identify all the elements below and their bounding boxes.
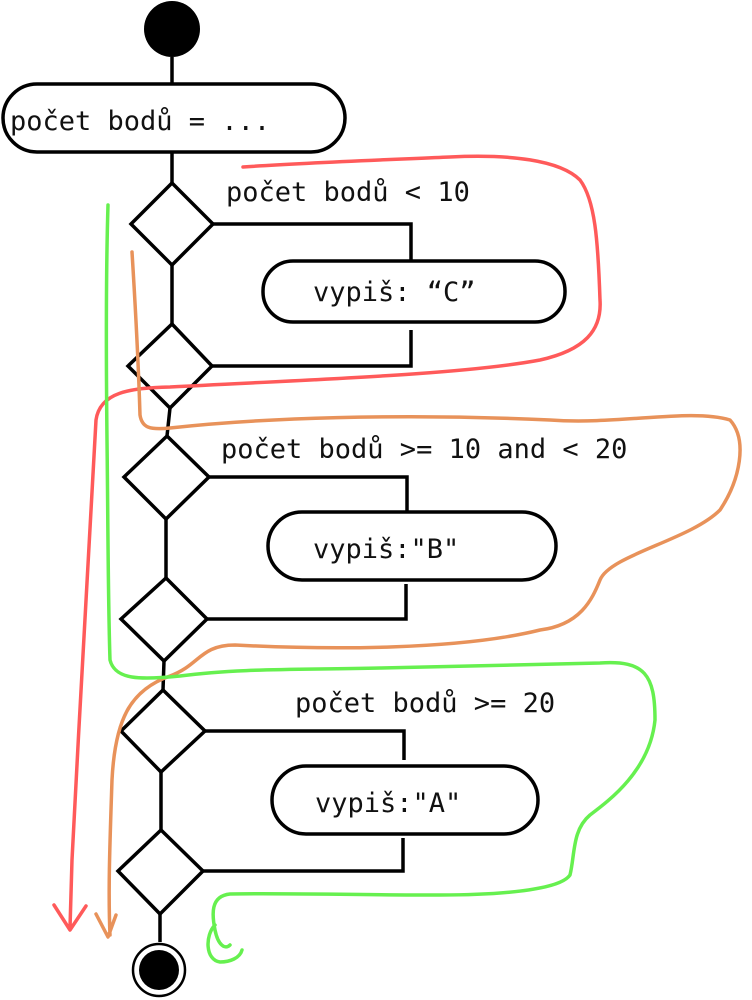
merge-diamond: [118, 575, 210, 664]
condition-label: počet bodů < 10: [226, 177, 470, 208]
connector: [212, 330, 413, 368]
connector: [213, 222, 413, 261]
branch-a: počet bodů >= 20 vypiš:"A": [115, 687, 555, 942]
decision-diamond: [128, 180, 216, 268]
connector: [205, 729, 406, 760]
branch-b: počet bodů >= 10 and < 20 vypiš:"B": [118, 433, 627, 691]
branch-c: počet bodů < 10 vypiš: “C”: [125, 177, 567, 437]
condition-label: počet bodů >= 20: [295, 688, 555, 719]
decision-diamond: [121, 433, 212, 522]
init-action-node: počet bodů = ...: [1, 82, 347, 154]
action-label: vypiš: “C”: [313, 277, 476, 308]
condition-label: počet bodů >= 10 and < 20: [221, 434, 627, 465]
action-label: vypiš:"B": [313, 534, 459, 565]
connector: [209, 475, 409, 511]
start-node: [144, 1, 200, 57]
action-label: vypiš:"A": [315, 788, 461, 819]
connector: [203, 838, 405, 873]
connector: [207, 584, 408, 621]
connector: [161, 660, 166, 691]
flowchart-canvas: počet bodů = ... počet bodů < 10 vypiš: …: [1, 1, 742, 998]
connector: [165, 407, 172, 437]
merge-diamond: [115, 827, 206, 917]
init-action-label: počet bodů = ...: [10, 106, 270, 137]
end-node: [131, 942, 187, 998]
